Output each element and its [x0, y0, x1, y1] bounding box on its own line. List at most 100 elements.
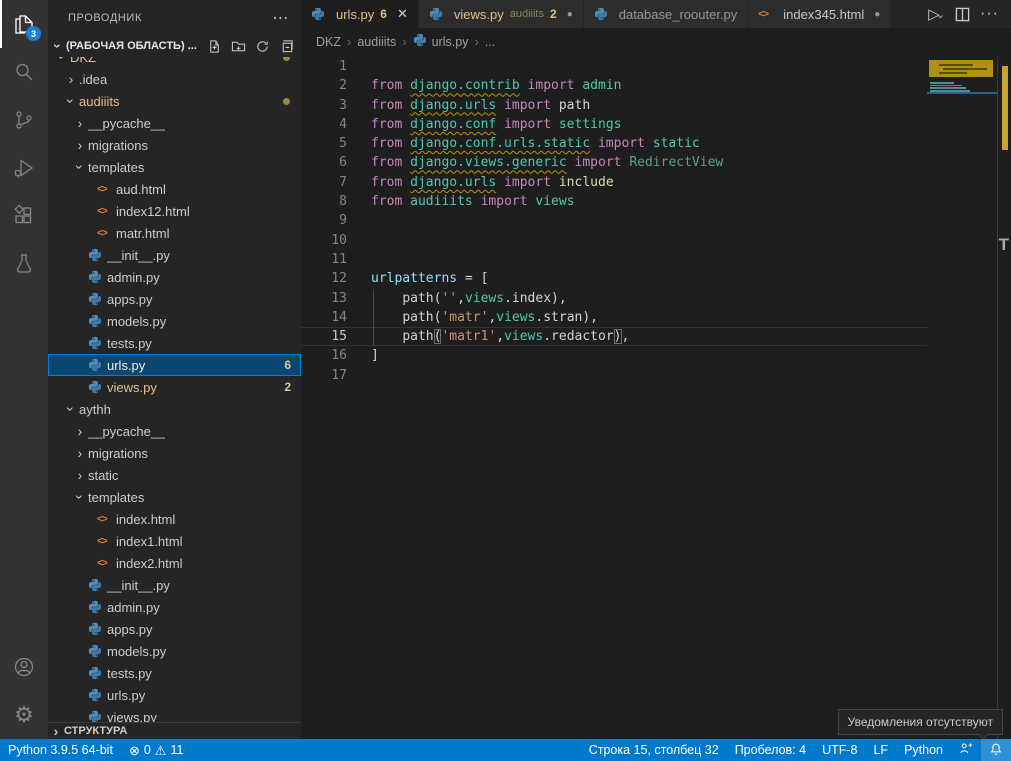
code-area[interactable]: 1 2from django.contrib import admin3from… — [301, 55, 927, 739]
run-button[interactable]: ▷ ⌄ — [928, 5, 945, 23]
refresh-icon[interactable] — [253, 37, 271, 55]
line-number: 13 — [301, 289, 347, 308]
status-language-mode[interactable]: Python — [896, 739, 951, 761]
outline-section-header[interactable]: › СТРУКТУРА — [48, 722, 301, 739]
sidebar-title-row: ПРОВОДНИК ⋯ — [48, 0, 301, 35]
tree-item-aud-html[interactable]: <>aud.html — [48, 178, 301, 200]
tree-item-models-py[interactable]: models.py — [48, 310, 301, 332]
breadcrumb-dkz[interactable]: DKZ — [316, 35, 341, 49]
code-line-17[interactable]: 17 — [301, 366, 927, 385]
code-line-5[interactable]: 5from django.conf.urls.static import sta… — [301, 134, 927, 153]
overview-ruler[interactable]: T — [997, 55, 1011, 739]
python-file-icon — [413, 33, 427, 50]
more-actions-button[interactable]: ··· — [980, 5, 999, 23]
status-feedback[interactable] — [951, 739, 981, 761]
tree-item-apps-py[interactable]: apps.py — [48, 618, 301, 640]
tree-item-index12-html[interactable]: <>index12.html — [48, 200, 301, 222]
tree-item-pycache[interactable]: ›__pycache__ — [48, 112, 301, 134]
tree-item-apps-py[interactable]: apps.py — [48, 288, 301, 310]
activity-search-icon[interactable] — [0, 48, 48, 96]
tree-item-views-py[interactable]: views.py2 — [48, 376, 301, 398]
tree-item-urls-py[interactable]: urls.py6 — [48, 354, 301, 376]
activity-explorer-icon[interactable]: 3 — [0, 0, 48, 48]
tree-item-tests-py[interactable]: tests.py — [48, 332, 301, 354]
code-line-12[interactable]: 12urlpatterns = [ — [301, 269, 927, 288]
chevron-down-icon: › — [64, 93, 78, 109]
code-line-7[interactable]: 7from django.urls import include — [301, 173, 927, 192]
code-line-10[interactable]: 10 — [301, 231, 927, 250]
sidebar-more-actions-icon[interactable]: ⋯ — [272, 8, 289, 28]
tree-item-static[interactable]: ›static — [48, 464, 301, 486]
git-changes-badge: 6 — [284, 358, 291, 372]
activity-run-debug-icon[interactable] — [0, 144, 48, 192]
status-problems[interactable]: ⊗0⚠11 — [121, 739, 192, 761]
activity-account-icon[interactable] — [0, 643, 48, 691]
code-line-3[interactable]: 3from django.urls import path — [301, 96, 927, 115]
status-cursor-position[interactable]: Строка 15, столбец 32 — [581, 739, 727, 761]
close-icon[interactable]: ✕ — [397, 6, 408, 22]
code-line-2[interactable]: 2from django.contrib import admin — [301, 76, 927, 95]
tab-database-roouter-py[interactable]: database_roouter.py — [584, 0, 749, 28]
status-encoding[interactable]: UTF-8 — [814, 739, 865, 761]
code-line-8[interactable]: 8from audiiits import views — [301, 192, 927, 211]
code-line-15[interactable]: 15 path('matr1',views.redactor), — [301, 327, 927, 346]
status-notifications[interactable] — [981, 739, 1011, 761]
tree-item-index2-html[interactable]: <>index2.html — [48, 552, 301, 574]
code-line-4[interactable]: 4from django.conf import settings — [301, 115, 927, 134]
activity-extensions-icon[interactable] — [0, 192, 48, 240]
tab-urls-py[interactable]: urls.py 6 ✕ — [301, 0, 419, 28]
line-number: 1 — [301, 57, 347, 76]
tree-item-migrations[interactable]: ›migrations — [48, 134, 301, 156]
minimap[interactable] — [927, 55, 997, 739]
status-indentation[interactable]: Пробелов: 4 — [727, 739, 814, 761]
tree-item-tests-py[interactable]: tests.py — [48, 662, 301, 684]
python-file-icon — [88, 710, 107, 722]
code-line-6[interactable]: 6from django.views.generic import Redire… — [301, 153, 927, 172]
code-line-13[interactable]: 13 path('',views.index), — [301, 289, 927, 308]
activity-settings-icon[interactable]: ⚙ — [0, 691, 48, 739]
new-folder-icon[interactable] — [229, 37, 247, 55]
problems-badge: 6 — [380, 7, 387, 21]
breadcrumb-audiiits[interactable]: audiiits — [357, 35, 396, 49]
tree-item-urls-py[interactable]: urls.py — [48, 684, 301, 706]
tree-item-pycache[interactable]: ›__pycache__ — [48, 420, 301, 442]
code-line-11[interactable]: 11 — [301, 250, 927, 269]
breadcrumb-urls-py[interactable]: urls.py — [413, 33, 469, 50]
code-editor[interactable]: 1 2from django.contrib import admin3from… — [301, 55, 1011, 739]
breadcrumb-[interactable]: ... — [485, 35, 495, 49]
tree-item-init-py[interactable]: __init__.py — [48, 574, 301, 596]
tree-item-admin-py[interactable]: admin.py — [48, 266, 301, 288]
tree-item-init-py[interactable]: __init__.py — [48, 244, 301, 266]
tree-item-idea[interactable]: ›.idea — [48, 68, 301, 90]
dirty-dot-icon: ● — [567, 9, 573, 20]
collapse-all-icon[interactable] — [277, 37, 295, 55]
tree-item-index1-html[interactable]: <>index1.html — [48, 530, 301, 552]
tree-item-migrations[interactable]: ›migrations — [48, 442, 301, 464]
activity-source-control-icon[interactable] — [0, 96, 48, 144]
modified-dot-icon — [283, 57, 290, 61]
tree-item-templates[interactable]: ›templates — [48, 486, 301, 508]
split-editor-button[interactable] — [955, 7, 970, 22]
tree-item-matr-html[interactable]: <>matr.html — [48, 222, 301, 244]
tree-item-admin-py[interactable]: admin.py — [48, 596, 301, 618]
status-eol[interactable]: LF — [865, 739, 896, 761]
tree-item-dkz[interactable]: ›DKZ — [48, 57, 301, 68]
new-file-icon[interactable] — [205, 37, 223, 55]
code-line-16[interactable]: 16] — [301, 346, 927, 365]
code-line-14[interactable]: 14 path('matr',views.stran), — [301, 308, 927, 327]
workspace-section-header[interactable]: › (РАБОЧАЯ ОБЛАСТЬ) ... — [48, 35, 301, 57]
tree-item-aythh[interactable]: ›aythh — [48, 398, 301, 420]
python-file-icon — [88, 666, 107, 680]
code-line-9[interactable]: 9 — [301, 211, 927, 230]
status-python-version[interactable]: Python 3.9.5 64-bit — [0, 739, 121, 761]
activity-testing-icon[interactable] — [0, 240, 48, 288]
tree-item-audiiits[interactable]: ›audiiits — [48, 90, 301, 112]
tab-index345-html[interactable]: <> index345.html ● — [748, 0, 891, 28]
code-line-1[interactable]: 1 — [301, 57, 927, 76]
tree-item-templates[interactable]: ›templates — [48, 156, 301, 178]
tree-item-models-py[interactable]: models.py — [48, 640, 301, 662]
tree-item-index-html[interactable]: <>index.html — [48, 508, 301, 530]
tree-item-views-py[interactable]: views.py — [48, 706, 301, 722]
chevron-down-icon: › — [51, 38, 65, 54]
tab-views-py[interactable]: views.py audiiits 2 ● — [419, 0, 584, 28]
